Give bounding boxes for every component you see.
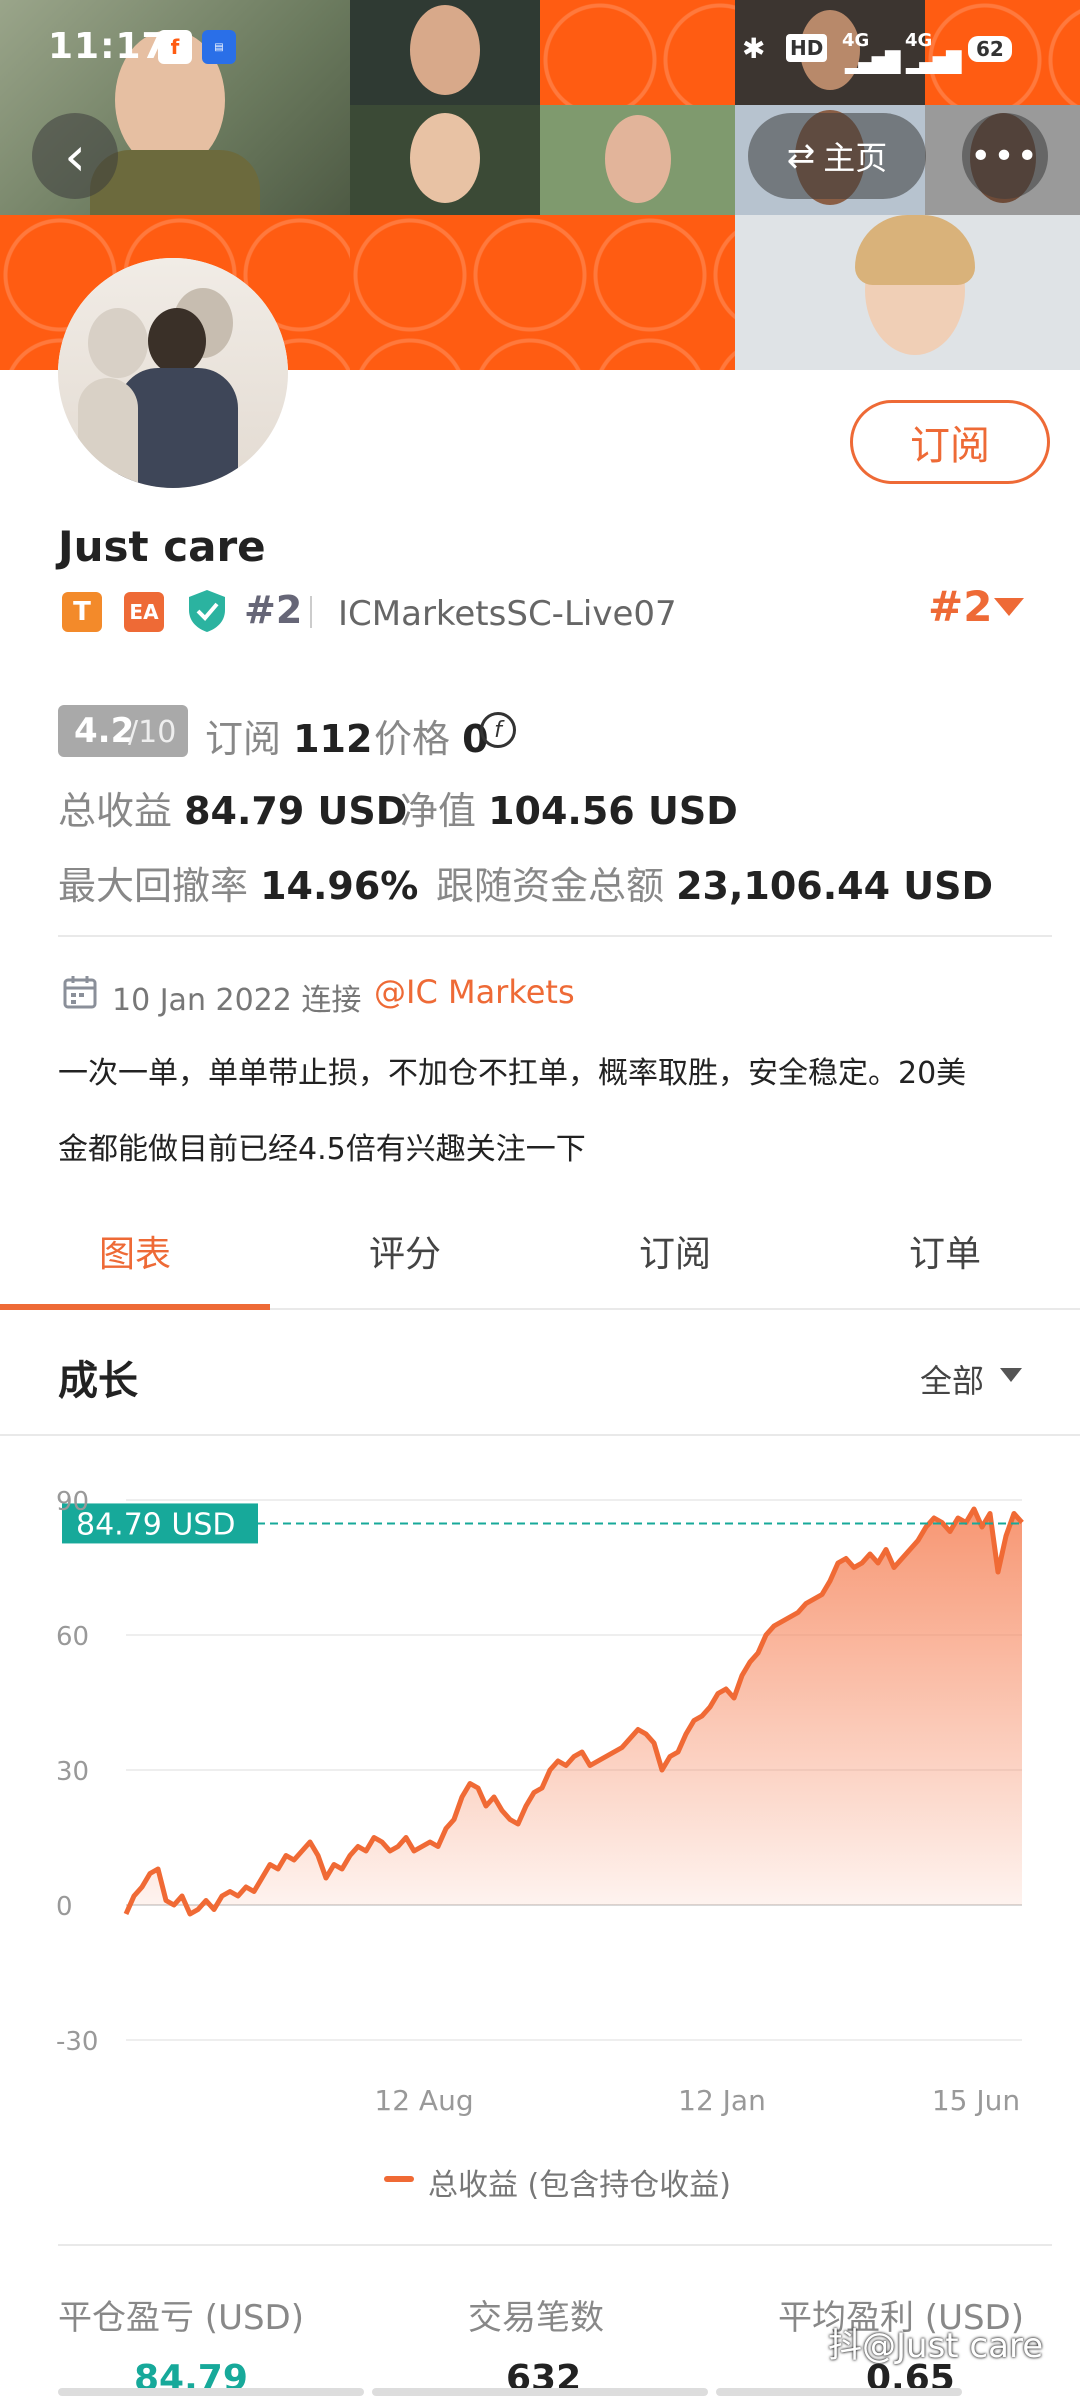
back-button[interactable]: ‹ bbox=[32, 113, 118, 199]
connect-word: 连接 bbox=[301, 983, 362, 1018]
total-profit-value: 84.79 USD bbox=[184, 789, 408, 833]
more-button[interactable]: ••• bbox=[962, 113, 1048, 199]
connect-date: 10 Jan 2022 bbox=[112, 983, 292, 1018]
strategy-description-line1: 一次一单，单单带止损，不加仓不扛单，概率取胜，安全稳定。20美 bbox=[58, 1056, 967, 1091]
divider bbox=[0, 1434, 1080, 1436]
banner-photo bbox=[350, 105, 540, 215]
chevron-left-icon: ‹ bbox=[64, 124, 86, 188]
active-tab-indicator bbox=[0, 1304, 270, 1310]
subs-label: 订阅 bbox=[205, 717, 282, 761]
rating-max: /10 bbox=[128, 715, 177, 750]
x-tick-label: 12 Jan bbox=[678, 2084, 766, 2117]
signal-4g-1: 4G bbox=[842, 30, 870, 51]
subs-value: 112 bbox=[293, 717, 373, 761]
growth-title: 成长 bbox=[58, 1358, 138, 1404]
badge-ea: EA bbox=[124, 592, 164, 632]
x-tick-label: 12 Aug bbox=[374, 2084, 473, 2117]
watermark: 抖@Just care bbox=[828, 2326, 1044, 2366]
fxcm-app-icon: f bbox=[158, 30, 192, 64]
profit-area bbox=[126, 1509, 1022, 1914]
tab-rating[interactable]: 评分 bbox=[270, 1225, 540, 1285]
rank-label: #2 bbox=[244, 588, 303, 632]
tab-chart[interactable]: 图表 bbox=[0, 1225, 270, 1285]
total-profit-label: 总收益 bbox=[58, 789, 173, 833]
rating-box: 4.2 /10 bbox=[58, 705, 188, 757]
verified-shield-icon bbox=[186, 588, 228, 634]
signal-bars-icon: ▂▄▆█ bbox=[845, 50, 901, 74]
bar-track bbox=[372, 2388, 708, 2396]
growth-chart[interactable]: 84.79 USD 90 60 30 0 -30 12 Aug 12 Jan 15 Jun bbox=[0, 1460, 1080, 2120]
price-label: 价格 bbox=[374, 717, 451, 761]
y-tick-label: 0 bbox=[56, 1892, 73, 1922]
rank-dropdown-icon[interactable] bbox=[994, 598, 1024, 616]
banner-photo bbox=[735, 215, 1080, 370]
drawdown-stat: 最大回撤率 14.96% bbox=[58, 855, 418, 910]
equity-value: 104.56 USD bbox=[488, 789, 738, 833]
banner-pattern bbox=[350, 215, 735, 370]
drawdown-value: 14.96% bbox=[260, 864, 419, 908]
divider bbox=[58, 935, 1052, 937]
legend-swatch bbox=[384, 2176, 414, 2182]
follow-value: 23,106.44 USD bbox=[676, 864, 994, 908]
y-tick-label: 30 bbox=[56, 1757, 89, 1787]
home-button[interactable]: ⇄ 主页 bbox=[748, 113, 926, 199]
divider bbox=[270, 1308, 1080, 1310]
home-label: 主页 bbox=[823, 139, 888, 177]
trades-label: 交易笔数 bbox=[468, 2298, 604, 2338]
calendar-icon bbox=[62, 974, 98, 1010]
notification-app-icon: ▤ bbox=[202, 30, 236, 64]
follow-label: 跟随资金总额 bbox=[436, 864, 665, 908]
tab-orders[interactable]: 订单 bbox=[810, 1225, 1080, 1285]
chevron-down-icon[interactable] bbox=[1000, 1368, 1022, 1382]
closed-pl-label: 平仓盈亏 (USD) bbox=[58, 2298, 304, 2338]
rank-right[interactable]: #2 bbox=[928, 582, 992, 631]
swap-arrows-icon: ⇄ bbox=[786, 136, 816, 176]
current-value-label: 84.79 USD bbox=[76, 1507, 236, 1542]
growth-chart-svg: 84.79 USD 90 60 30 0 -30 12 Aug 12 Jan 15 Jun bbox=[56, 1487, 1024, 2117]
separator bbox=[310, 596, 312, 628]
bar-track bbox=[716, 2388, 962, 2396]
x-tick-label: 15 Jun bbox=[932, 2084, 1020, 2117]
hd-icon: HD bbox=[786, 34, 828, 62]
subs-stat: 订阅 112 bbox=[205, 708, 372, 763]
follow-stat: 跟随资金总额 23,106.44 USD bbox=[436, 855, 993, 910]
status-bar: 11:17 f ▤ ✱ HD 4G ▂▄▆█ 4G ▂▄▆█ 62 bbox=[0, 0, 1080, 100]
banner-photo bbox=[540, 105, 735, 215]
rating-value: 4.2 bbox=[74, 711, 135, 751]
price-stat: 价格 0 bbox=[374, 708, 489, 763]
server-name: ICMarketsSC-Live07 bbox=[338, 594, 677, 634]
battery-icon: 62 bbox=[968, 36, 1012, 62]
signal-4g-2: 4G bbox=[905, 30, 933, 51]
growth-filter[interactable]: 全部 bbox=[920, 1356, 984, 1402]
broker-link[interactable]: @IC Markets bbox=[374, 973, 575, 1011]
trader-name: Just care bbox=[58, 522, 266, 571]
tab-subscribe[interactable]: 订阅 bbox=[540, 1225, 810, 1285]
subscribe-button[interactable]: 订阅 bbox=[850, 400, 1050, 484]
y-tick-label: 90 bbox=[56, 1487, 89, 1517]
signal-bars-icon: ▂▄▆█ bbox=[906, 50, 962, 74]
y-tick-label: -30 bbox=[56, 2027, 98, 2057]
drawdown-label: 最大回撤率 bbox=[58, 864, 249, 908]
divider bbox=[58, 2244, 1052, 2246]
more-dots-icon: ••• bbox=[970, 135, 1040, 177]
bluetooth-icon: ✱ bbox=[742, 32, 766, 65]
coin-icon: f bbox=[480, 712, 516, 748]
equity-label: 净值 bbox=[400, 789, 477, 833]
legend-label: 总收益 (包含持仓收益) bbox=[428, 2168, 731, 2203]
strategy-description-line2: 金都能做目前已经4.5倍有兴趣关注一下 bbox=[58, 1132, 586, 1167]
equity-stat: 净值 104.56 USD bbox=[400, 780, 738, 835]
total-profit-stat: 总收益 84.79 USD bbox=[58, 780, 407, 835]
bar-track bbox=[58, 2388, 364, 2396]
connect-info: 10 Jan 2022 连接 bbox=[112, 975, 361, 1019]
status-time: 11:17 bbox=[48, 26, 168, 67]
badge-t: T bbox=[62, 592, 102, 632]
y-tick-label: 60 bbox=[56, 1622, 89, 1652]
avatar bbox=[58, 258, 288, 488]
